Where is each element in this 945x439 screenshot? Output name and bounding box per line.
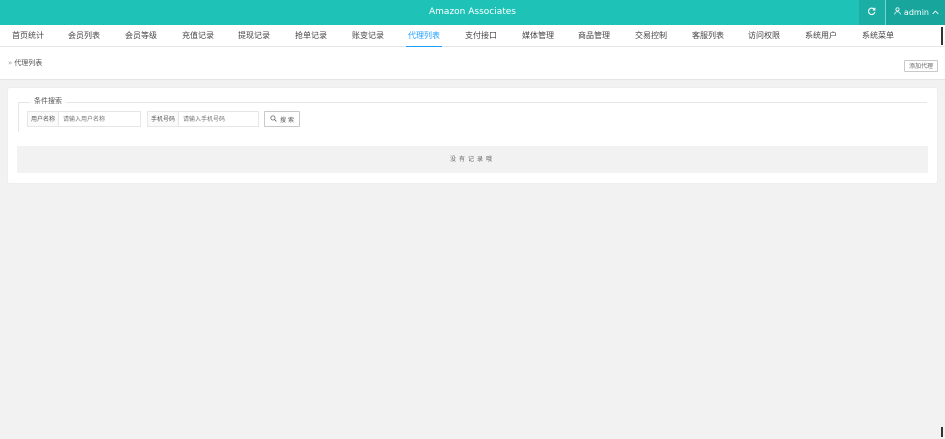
top-actions: admin [858,0,945,25]
empty-table-message: 没有记录哦 [17,146,928,173]
user-menu[interactable]: admin [885,0,945,25]
username-label: 用户名称 [27,111,59,127]
username-input[interactable] [58,111,142,127]
nav-item-system-users[interactable]: 系统用户 [793,25,849,47]
search-form: 用户名称 手机号码 搜 索 [27,111,300,127]
search-legend: 条件搜索 [30,96,66,106]
phone-label: 手机号码 [147,111,179,127]
main-nav: 首页统计 会员列表 会员等级 充值记录 提现记录 抢单记录 账变记录 代理列表 … [0,25,945,48]
user-name: admin [903,8,929,17]
add-agent-button[interactable]: 添加代理 [903,60,938,72]
search-button[interactable]: 搜 索 [264,111,300,127]
nav-item-order-records[interactable]: 抢单记录 [283,25,339,47]
refresh-icon [867,0,876,25]
app-title: Amazon Associates [429,7,516,17]
chevron-up-icon [932,0,939,25]
breadcrumb-current: 代理列表 [14,59,43,67]
content-card: 条件搜索 用户名称 手机号码 搜 索 没有记录哦 [8,88,937,183]
nav-item-members[interactable]: 会员列表 [56,25,112,47]
nav-item-payment-interface[interactable]: 支付接口 [453,25,509,47]
sub-header: » 代理列表 添加代理 [0,47,945,80]
nav-item-dashboard[interactable]: 首页统计 [0,25,56,47]
user-icon [894,0,901,25]
phone-input[interactable] [178,111,260,127]
nav-item-support-list[interactable]: 客服列表 [680,25,736,47]
refresh-button[interactable] [858,0,885,25]
search-button-label: 搜 索 [280,116,294,124]
nav-item-withdraw-records[interactable]: 提现记录 [226,25,282,47]
nav-item-products[interactable]: 商品管理 [566,25,622,47]
page-scroll-indicator[interactable] [941,427,943,437]
search-icon [270,114,277,124]
nav-item-media[interactable]: 媒体管理 [510,25,566,47]
nav-item-agents[interactable]: 代理列表 [396,25,452,48]
nav-item-trade-control[interactable]: 交易控制 [623,25,679,47]
nav-item-system-menu[interactable]: 系统菜单 [850,25,906,47]
top-bar: Amazon Associates admin [0,0,945,25]
double-chevron-right-icon: » [8,59,13,67]
nav-scroll-indicator[interactable] [941,27,943,45]
nav-item-account-changes[interactable]: 账变记录 [340,25,396,47]
breadcrumb: » 代理列表 [8,47,42,80]
nav-item-member-levels[interactable]: 会员等级 [113,25,169,47]
nav-item-recharge-records[interactable]: 充值记录 [170,25,226,47]
nav-item-access-rights[interactable]: 访问权限 [736,25,792,47]
